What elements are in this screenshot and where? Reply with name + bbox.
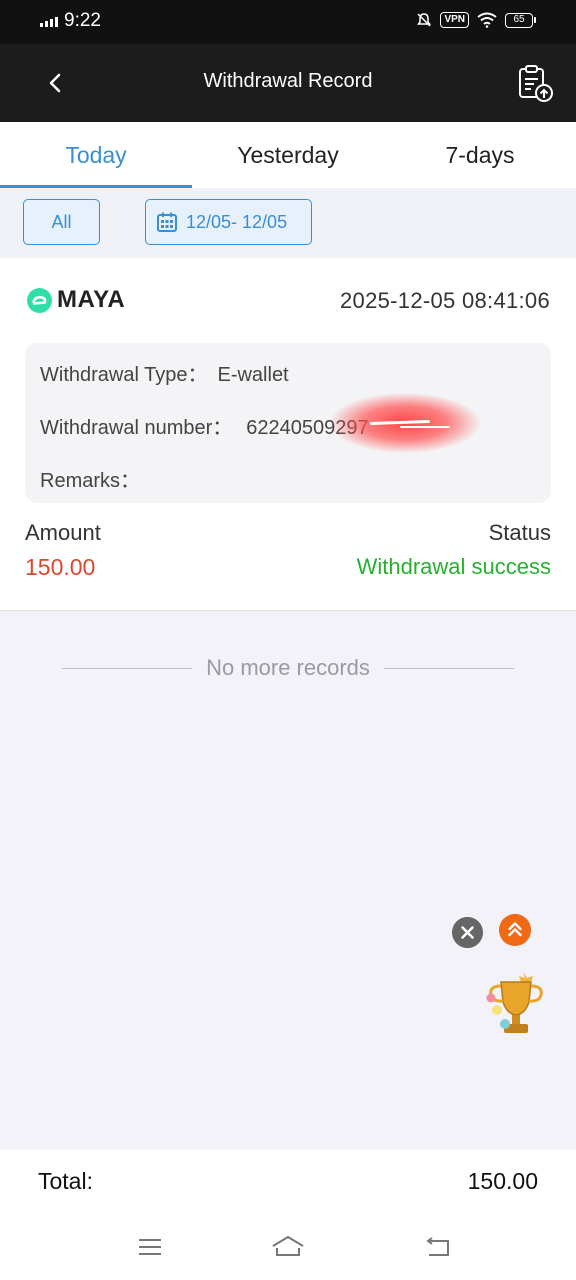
trophy-icon[interactable] [481,968,549,1040]
status-time: 9:22 [64,10,101,31]
amount-label: Amount [25,520,101,545]
withdrawal-record-card[interactable]: MAYA 2025-12-05 08:41:06 Withdrawal Type… [0,258,576,611]
system-nav-bar [0,1212,576,1280]
date-range-button[interactable]: 12/05- 12/05 [145,199,312,245]
divider-left [62,667,193,669]
filter-bar: All 12/05- 12/05 [0,188,576,256]
battery-icon: 65 [505,12,536,28]
status-bar: 9:22 VPN 65 [0,0,576,44]
status-label: Status [488,520,551,545]
amount-value: 150.00 [25,554,96,580]
divider-right [383,667,514,669]
total-value: 150.00 [467,1168,538,1194]
tab-yesterday[interactable]: Yesterday [192,122,384,188]
status-right: VPN 65 [416,12,536,28]
calendar-icon [157,212,177,232]
back-nav-icon[interactable] [420,1232,456,1262]
mute-bell-icon [417,13,432,27]
signal-icon [40,15,58,27]
wifi-icon [477,12,497,28]
close-float-icon[interactable] [452,917,483,948]
tab-7-days[interactable]: 7-days [384,122,576,188]
menu-icon[interactable] [132,1232,168,1262]
no-more-records: No more records [62,655,514,681]
status-left: 9:22 [40,10,101,32]
scroll-top-icon[interactable] [499,914,531,946]
record-details: Withdrawal Type： E-wallet Withdrawal numb… [25,343,551,503]
page-title: Withdrawal Record [203,70,373,92]
total-label: Total: [38,1168,93,1194]
battery-level: 65 [505,12,533,28]
total-bar: Total: 150.00 [0,1150,576,1212]
withdrawal-number-label: Withdrawal number： [40,417,233,439]
withdrawal-type-row: Withdrawal Type： E-wallet [40,358,289,387]
status-value: Withdrawal success [356,554,551,579]
vpn-icon: VPN [440,12,469,28]
home-icon[interactable] [270,1232,306,1262]
no-more-records-text: No more records [206,655,370,680]
clipboard-upload-icon[interactable] [516,64,556,104]
filter-all-button[interactable]: All [23,199,100,245]
withdrawal-type-label: Withdrawal Type： [40,364,208,386]
app-header: Withdrawal Record [0,44,576,122]
maya-logo-icon [27,287,52,313]
record-datetime: 2025-12-05 08:41:06 [340,288,550,313]
date-range-label: 12/05- 12/05 [186,211,288,232]
redaction-mark [330,393,480,453]
brand-name: MAYA [57,286,126,313]
withdrawal-number-row: Withdrawal number： 62240509297 [40,411,369,440]
tab-today[interactable]: Today [0,122,192,188]
remarks-label: Remarks： [40,470,141,492]
remarks-row: Remarks： [40,464,150,493]
date-tabs: Today Yesterday 7-days [0,122,576,188]
withdrawal-type-value: E-wallet [217,364,289,386]
brand: MAYA [26,286,125,314]
